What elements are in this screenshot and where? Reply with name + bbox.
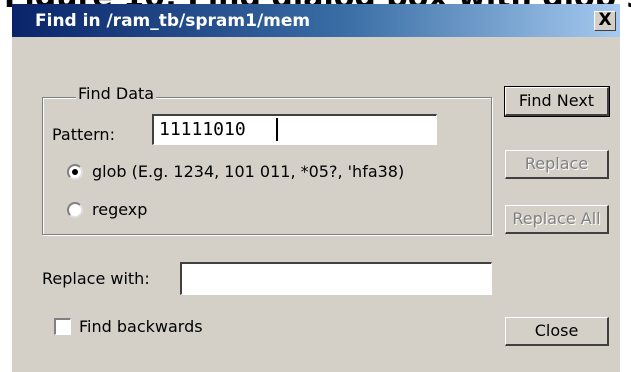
glob-radio[interactable] <box>67 164 83 180</box>
find-backwards-checkbox[interactable] <box>54 318 71 335</box>
pattern-label: Pattern: <box>52 125 115 144</box>
find-dialog: Find in /ram_tb/spram1/mem X Find Data P… <box>12 4 620 372</box>
title-bar[interactable]: Find in /ram_tb/spram1/mem X <box>12 4 620 37</box>
find-next-button[interactable]: Find Next <box>504 86 610 117</box>
find-backwards-label[interactable]: Find backwards <box>79 317 203 336</box>
replace-button[interactable]: Replace <box>505 150 609 179</box>
pattern-input[interactable]: 11111010 <box>152 114 437 145</box>
glob-label[interactable]: glob (E.g. 1234, 101 011, *05?, 'hfa38) <box>92 162 404 181</box>
close-button[interactable]: Close <box>505 317 609 346</box>
replace-with-label: Replace with: <box>42 269 150 288</box>
close-icon: X <box>598 10 612 30</box>
dialog-title: Find in /ram_tb/spram1/mem <box>35 11 311 31</box>
text-caret <box>276 118 278 141</box>
pattern-value: 11111010 <box>159 119 246 140</box>
radio-selected-dot <box>72 169 78 175</box>
regexp-label[interactable]: regexp <box>92 200 147 219</box>
regexp-radio[interactable] <box>67 202 83 218</box>
find-data-legend: Find Data <box>76 84 157 103</box>
replace-all-button[interactable]: Replace All <box>505 205 609 234</box>
close-window-button[interactable]: X <box>594 11 616 31</box>
replace-with-input[interactable] <box>180 262 492 295</box>
